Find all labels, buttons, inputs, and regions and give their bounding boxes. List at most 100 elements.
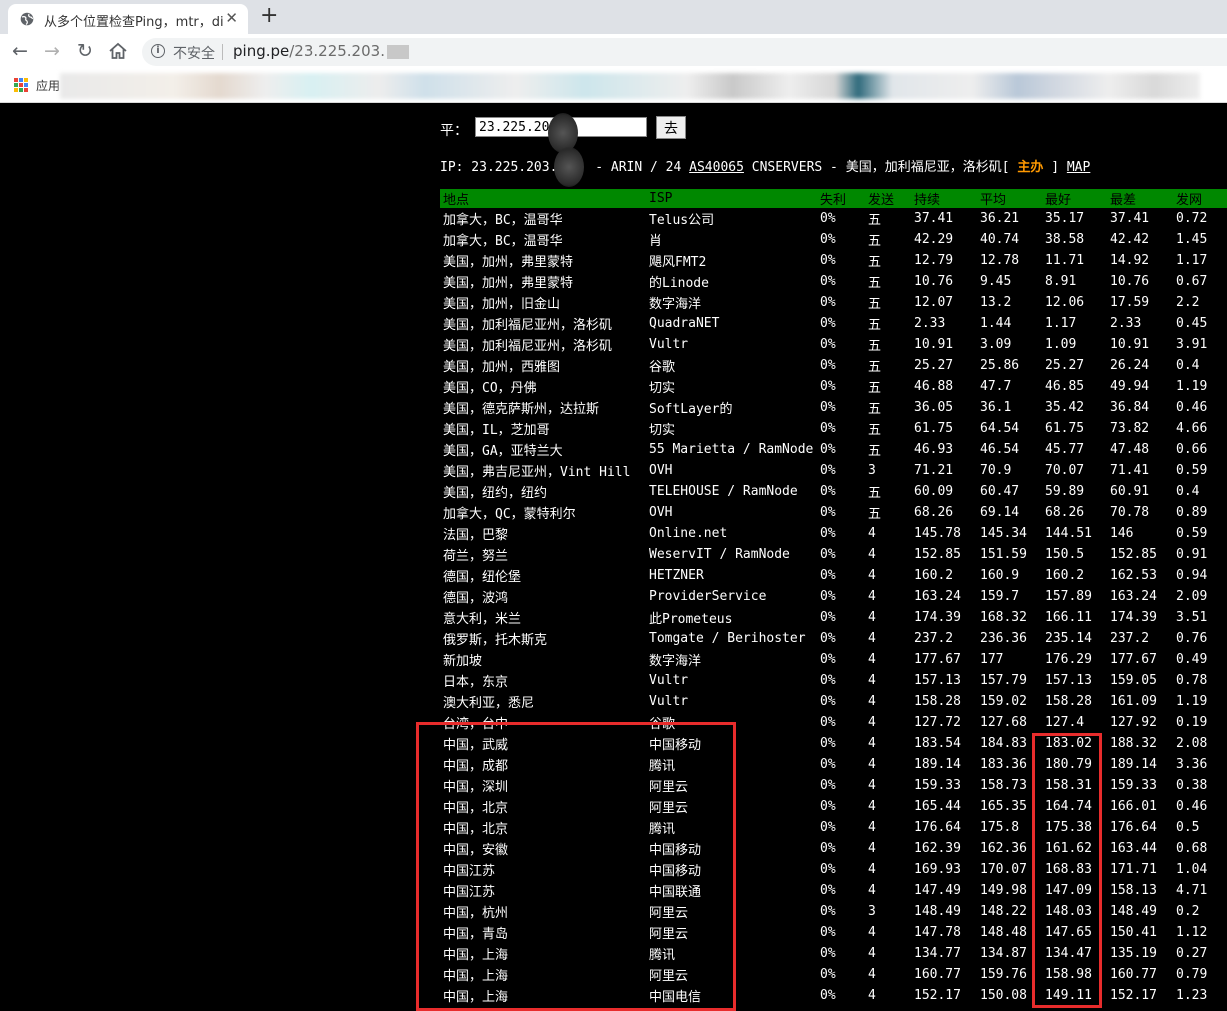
table-cell: 46.93 bbox=[914, 442, 954, 457]
asn-link[interactable]: AS40065 bbox=[689, 160, 744, 175]
info-icon[interactable]: i bbox=[151, 44, 165, 58]
column-header: 发送 bbox=[865, 189, 911, 208]
new-tab-button[interactable]: + bbox=[260, 4, 278, 28]
table-cell: 3.91 bbox=[1176, 337, 1208, 352]
table-cell: 36.05 bbox=[914, 400, 954, 415]
table-cell: 2.33 bbox=[914, 316, 946, 331]
table-cell: 55 Marietta / RamNode bbox=[649, 442, 814, 457]
table-cell: 60.47 bbox=[980, 484, 1020, 499]
table-cell: 177.67 bbox=[914, 652, 961, 667]
blurred-bookmarks bbox=[60, 73, 1200, 99]
table-cell: 0% bbox=[820, 652, 836, 667]
table-cell: 0% bbox=[820, 379, 836, 394]
table-cell: 0% bbox=[820, 589, 836, 604]
table-cell: 158.13 bbox=[1110, 883, 1157, 898]
table-cell: 4 bbox=[868, 673, 876, 688]
table-cell: 152.17 bbox=[914, 988, 961, 1003]
table-cell: 0% bbox=[820, 316, 836, 331]
bookmarks-bar: 应用 bbox=[0, 70, 1227, 103]
table-cell: 235.14 bbox=[1045, 631, 1092, 646]
table-row: 俄罗斯，托木斯克 Tomgate / Berihoster 0% 4 237.2 236.… bbox=[440, 628, 1227, 649]
table-cell: 146 bbox=[1110, 526, 1134, 541]
table-cell: 五 bbox=[868, 276, 882, 291]
home-icon[interactable] bbox=[108, 42, 128, 60]
address-bar[interactable]: i 不安全 ping.pe/23.225.203. bbox=[142, 38, 1227, 66]
table-cell: 135.19 bbox=[1110, 946, 1157, 961]
highlight-box-best-column bbox=[1032, 733, 1102, 1008]
ip-redaction-mask-2 bbox=[554, 147, 584, 187]
table-cell: 加拿大，BC，温哥华 bbox=[443, 234, 563, 249]
table-cell: ProviderService bbox=[649, 589, 767, 604]
column-header: 地点 bbox=[440, 189, 646, 208]
apps-label[interactable]: 应用 bbox=[36, 77, 60, 94]
table-cell: 五 bbox=[868, 297, 882, 312]
table-row: 美国，加州，弗里蒙特 的Linode 0% 五 10.76 9.45 8.91 10.76 0.… bbox=[440, 271, 1227, 292]
table-cell: 0.68 bbox=[1176, 841, 1208, 856]
table-cell: 12.06 bbox=[1045, 295, 1085, 310]
map-link[interactable]: MAP bbox=[1067, 160, 1090, 175]
table-cell: 0% bbox=[820, 715, 836, 730]
table-cell: 0.72 bbox=[1176, 211, 1208, 226]
table-cell: 0% bbox=[820, 988, 836, 1003]
table-cell: 的Linode bbox=[649, 276, 709, 291]
table-cell: 162.53 bbox=[1110, 568, 1157, 583]
table-cell: 2.33 bbox=[1110, 316, 1142, 331]
url-text[interactable]: ping.pe/23.225.203. bbox=[233, 42, 409, 60]
table-cell: 澳大利亚，悉尼 bbox=[443, 696, 535, 711]
table-cell: 1.09 bbox=[1045, 337, 1077, 352]
table-cell: 169.93 bbox=[914, 862, 961, 877]
table-cell: 159.02 bbox=[980, 694, 1027, 709]
table-cell: 152.85 bbox=[914, 547, 961, 562]
browser-tab[interactable]: 从多个位置检查Ping，mtr，dig ✕ bbox=[8, 4, 248, 34]
table-cell: 151.59 bbox=[980, 547, 1027, 562]
insecure-label[interactable]: 不安全 bbox=[173, 43, 215, 63]
table-cell: 美国，弗吉尼亚州，Vint Hill bbox=[443, 465, 631, 480]
column-header: 最差 bbox=[1107, 189, 1173, 208]
forward-arrow-icon[interactable]: → bbox=[44, 40, 60, 62]
table-cell: 160.2 bbox=[914, 568, 954, 583]
table-cell: 171.71 bbox=[1110, 862, 1157, 877]
table-cell: 4.66 bbox=[1176, 421, 1208, 436]
table-cell: 148.49 bbox=[1110, 904, 1157, 919]
table-cell: 五 bbox=[868, 402, 882, 417]
table-cell: 174.39 bbox=[914, 610, 961, 625]
table-cell: 0% bbox=[820, 883, 836, 898]
table-cell: 五 bbox=[868, 255, 882, 270]
table-cell: 189.14 bbox=[1110, 757, 1157, 772]
tab-title: 从多个位置检查Ping，mtr，dig bbox=[44, 15, 224, 30]
table-cell: 0% bbox=[820, 463, 836, 478]
table-cell: 189.14 bbox=[914, 757, 961, 772]
url-host: ping.pe bbox=[233, 42, 290, 60]
table-cell: 意大利，米兰 bbox=[443, 612, 522, 627]
table-cell: 73.82 bbox=[1110, 421, 1150, 436]
table-cell: 0% bbox=[820, 799, 836, 814]
column-header: 发网 bbox=[1173, 189, 1227, 208]
table-cell: 166.01 bbox=[1110, 799, 1157, 814]
table-row: 美国，GA，亚特兰大 55 Marietta / RamNode 0% 五 46.93 4… bbox=[440, 439, 1227, 460]
table-cell: 法国，巴黎 bbox=[443, 528, 509, 543]
table-cell: 0.89 bbox=[1176, 505, 1208, 520]
table-cell: 159.05 bbox=[1110, 673, 1157, 688]
table-cell: 0% bbox=[820, 232, 836, 247]
reload-icon[interactable]: ↻ bbox=[77, 40, 93, 62]
table-cell: 4 bbox=[868, 547, 876, 562]
table-cell: 70.78 bbox=[1110, 505, 1150, 520]
table-cell: 4 bbox=[868, 736, 876, 751]
back-arrow-icon[interactable]: ← bbox=[12, 40, 28, 62]
table-cell: 0.38 bbox=[1176, 778, 1208, 793]
table-cell: 五 bbox=[868, 444, 882, 459]
table-cell: 2.09 bbox=[1176, 589, 1208, 604]
close-tab-icon[interactable]: ✕ bbox=[225, 9, 238, 27]
table-cell: 切实 bbox=[649, 423, 676, 438]
table-row: 新加坡 数字海洋 0% 4 177.67 177 176.29 177.67 0.49 bbox=[440, 649, 1227, 670]
go-button[interactable]: 去 bbox=[656, 116, 686, 139]
table-cell: 150.41 bbox=[1110, 925, 1157, 940]
table-cell: 157.79 bbox=[980, 673, 1027, 688]
apps-grid-icon[interactable] bbox=[14, 78, 28, 92]
table-cell: 美国，纽约，纽约 bbox=[443, 486, 548, 501]
sponsor-link[interactable]: 主办 bbox=[1017, 160, 1043, 175]
table-cell: 188.32 bbox=[1110, 736, 1157, 751]
table-cell: 25.27 bbox=[1045, 358, 1085, 373]
table-cell: 0% bbox=[820, 967, 836, 982]
table-cell: 59.89 bbox=[1045, 484, 1085, 499]
